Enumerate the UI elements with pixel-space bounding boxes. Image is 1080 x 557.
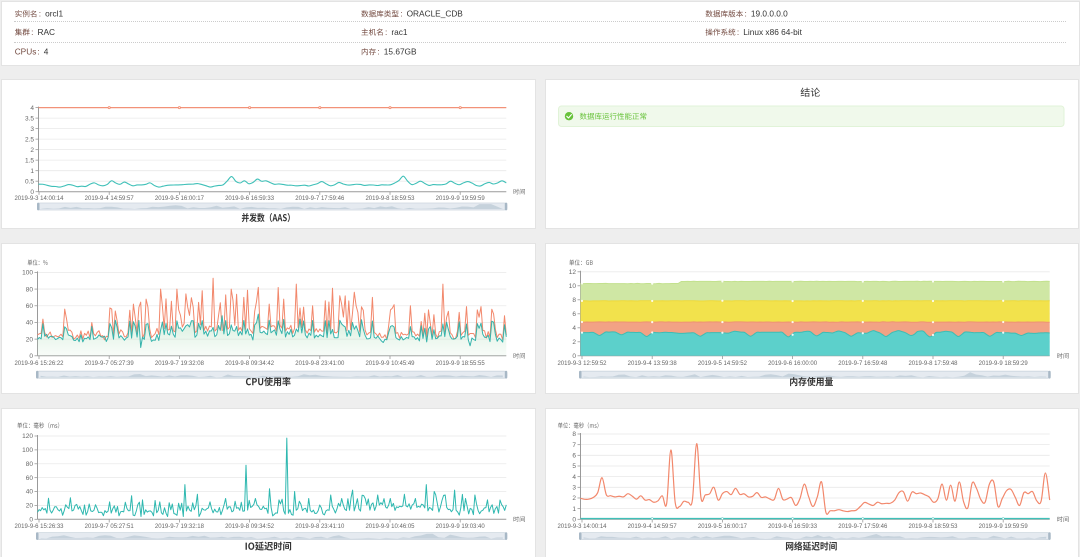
svg-text:ORACLE_CDB: ORACLE_CDB	[407, 9, 464, 19]
svg-text:2019-9-4 14:59:57: 2019-9-4 14:59:57	[85, 196, 135, 202]
svg-text:2019-9-9 18:59:29: 2019-9-9 18:59:29	[979, 361, 1029, 367]
svg-text:Linux x86 64-bit: Linux x86 64-bit	[743, 27, 802, 37]
svg-text:2019-9-9 18:55:55: 2019-9-9 18:55:55	[436, 361, 486, 367]
svg-text:5: 5	[572, 463, 576, 470]
svg-text:orcl1: orcl1	[45, 9, 63, 19]
svg-text:4: 4	[30, 105, 34, 112]
svg-text:1: 1	[30, 168, 34, 175]
svg-text:2019-9-3 14:00:14: 2019-9-3 14:00:14	[14, 196, 64, 202]
svg-text::: :	[745, 9, 747, 19]
svg-text:2019-9-3 14:00:14: 2019-9-3 14:00:14	[557, 524, 607, 530]
svg-text::: :	[39, 9, 41, 19]
svg-text:2019-9-8 09:34:42: 2019-9-8 09:34:42	[225, 361, 275, 367]
svg-text:2019-9-9 19:59:59: 2019-9-9 19:59:59	[979, 524, 1029, 530]
svg-text:2019-9-7 16:59:48: 2019-9-7 16:59:48	[838, 361, 888, 367]
svg-text:20: 20	[26, 503, 34, 510]
svg-text:2019-9-5 16:00:17: 2019-9-5 16:00:17	[698, 524, 748, 530]
svg-text:2019-9-5 14:59:52: 2019-9-5 14:59:52	[698, 361, 748, 367]
svg-text:0: 0	[29, 517, 33, 524]
svg-text:0: 0	[30, 189, 34, 196]
svg-text:4: 4	[572, 474, 576, 481]
svg-text:2019-9-8 23:41:10: 2019-9-8 23:41:10	[295, 524, 345, 530]
svg-text:2019-9-6 16:59:33: 2019-9-6 16:59:33	[225, 196, 275, 202]
svg-text:10: 10	[569, 283, 577, 290]
svg-text:60: 60	[26, 303, 34, 310]
svg-text:100: 100	[22, 447, 33, 454]
svg-text:20: 20	[26, 336, 34, 343]
svg-text:2019-9-4 13:59:38: 2019-9-4 13:59:38	[628, 361, 678, 367]
svg-text:2019-9-8 17:59:48: 2019-9-8 17:59:48	[908, 361, 958, 367]
svg-text:2019-9-9 19:03:40: 2019-9-9 19:03:40	[436, 524, 486, 530]
svg-text:8: 8	[572, 431, 576, 438]
svg-text:2: 2	[572, 495, 576, 502]
svg-text:80: 80	[26, 286, 34, 293]
svg-text:2019-9-7 05:27:51: 2019-9-7 05:27:51	[85, 524, 135, 530]
svg-text::: :	[31, 27, 33, 37]
svg-text:2019-9-8 23:41:00: 2019-9-8 23:41:00	[295, 361, 345, 367]
svg-text:2019-9-7 17:59:46: 2019-9-7 17:59:46	[838, 524, 888, 530]
svg-text::: :	[37, 47, 39, 57]
svg-text:15.67GB: 15.67GB	[384, 47, 417, 57]
svg-text:2019-9-6 16:00:00: 2019-9-6 16:00:00	[768, 361, 818, 367]
svg-text::: :	[385, 27, 387, 37]
svg-text:rac1: rac1	[391, 27, 408, 37]
svg-text:3: 3	[572, 485, 576, 492]
svg-text:120: 120	[22, 433, 33, 440]
svg-text:2: 2	[30, 147, 34, 154]
svg-text:3: 3	[30, 126, 34, 133]
svg-text:2019-9-9 19:59:59: 2019-9-9 19:59:59	[436, 196, 486, 202]
svg-text:0.5: 0.5	[25, 178, 34, 185]
svg-text:2.5: 2.5	[25, 136, 34, 143]
svg-text::: :	[737, 27, 739, 37]
svg-text:12: 12	[569, 269, 577, 276]
svg-text:2019-9-6 16:59:33: 2019-9-6 16:59:33	[768, 524, 818, 530]
svg-text:60: 60	[26, 475, 34, 482]
svg-text:100: 100	[22, 270, 33, 277]
svg-text:7: 7	[572, 442, 576, 449]
svg-text:2019-9-3 12:59:52: 2019-9-3 12:59:52	[557, 361, 607, 367]
svg-text:2019-9-9 10:45:49: 2019-9-9 10:45:49	[365, 361, 415, 367]
svg-text:2019-9-7 17:59:46: 2019-9-7 17:59:46	[295, 196, 345, 202]
svg-text:80: 80	[26, 461, 34, 468]
svg-text:2019-9-8 09:34:52: 2019-9-8 09:34:52	[225, 524, 275, 530]
svg-text:1.5: 1.5	[25, 157, 34, 164]
svg-text:CPUs: CPUs	[15, 47, 37, 57]
svg-text:8: 8	[572, 297, 576, 304]
svg-text:0: 0	[572, 353, 576, 360]
svg-text:2019-9-8 18:59:53: 2019-9-8 18:59:53	[365, 196, 415, 202]
svg-text:6: 6	[572, 453, 576, 460]
svg-text::: :	[400, 9, 402, 19]
svg-text:3.5: 3.5	[25, 115, 34, 122]
svg-text:2019-9-4 14:59:57: 2019-9-4 14:59:57	[628, 524, 678, 530]
svg-text:2019-9-6 15:26:33: 2019-9-6 15:26:33	[14, 524, 64, 530]
svg-text:1: 1	[572, 506, 576, 513]
svg-text:6: 6	[572, 311, 576, 318]
svg-text:2019-9-8 18:59:53: 2019-9-8 18:59:53	[908, 524, 958, 530]
svg-text::: :	[377, 47, 379, 57]
svg-text:40: 40	[26, 320, 34, 327]
svg-text:2019-9-6 15:26:22: 2019-9-6 15:26:22	[14, 361, 64, 367]
svg-text:2019-9-7 19:32:18: 2019-9-7 19:32:18	[155, 524, 205, 530]
svg-text:4: 4	[572, 325, 576, 332]
svg-text:2: 2	[572, 339, 576, 346]
svg-text:4: 4	[44, 47, 49, 57]
svg-text:2019-9-5 16:00:17: 2019-9-5 16:00:17	[155, 196, 205, 202]
svg-text:0: 0	[29, 353, 33, 360]
svg-text:2019-9-7 19:32:08: 2019-9-7 19:32:08	[155, 361, 205, 367]
svg-text:2019-9-9 10:46:05: 2019-9-9 10:46:05	[365, 524, 415, 530]
svg-text:0: 0	[572, 517, 576, 524]
svg-text:RAC: RAC	[38, 27, 56, 37]
svg-text:19.0.0.0.0: 19.0.0.0.0	[751, 9, 788, 19]
svg-text:2019-9-7 05:27:39: 2019-9-7 05:27:39	[85, 361, 135, 367]
svg-text:40: 40	[26, 489, 34, 496]
